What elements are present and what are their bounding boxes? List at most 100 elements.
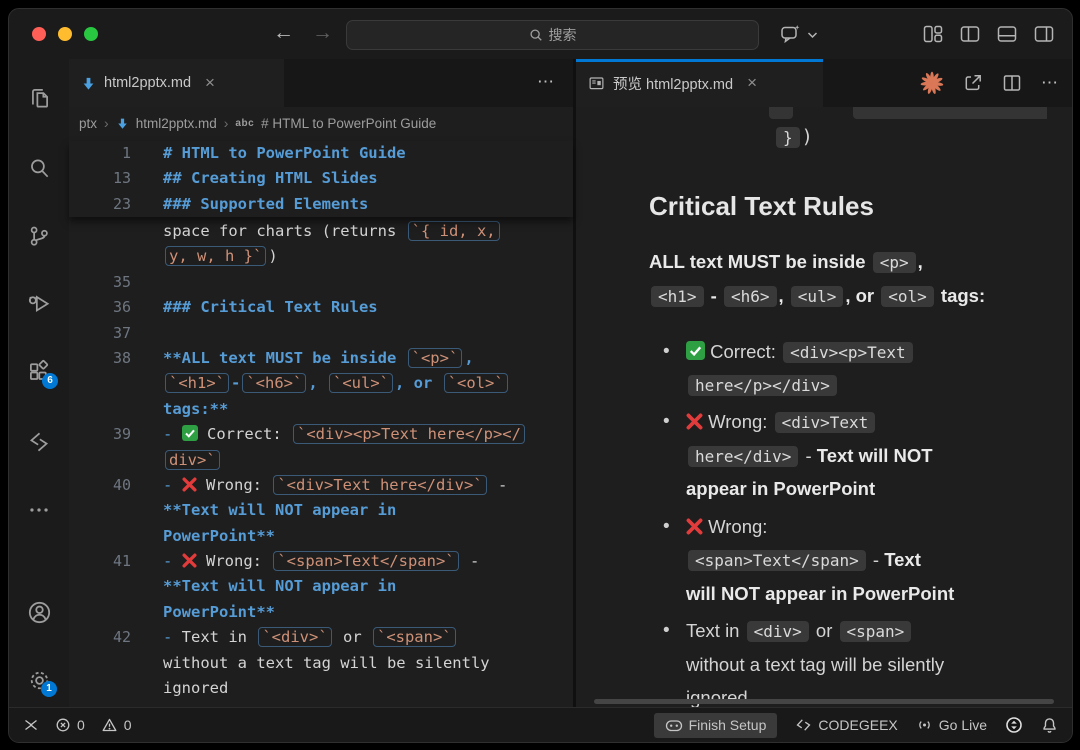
editor-line[interactable]: **Text will NOT appear in bbox=[69, 498, 573, 523]
command-center-search-input[interactable]: 搜索 bbox=[346, 20, 759, 50]
inline-code: `<span>Text</span>` bbox=[273, 551, 458, 571]
source-control-icon[interactable] bbox=[26, 223, 52, 249]
chevron-down-icon[interactable] bbox=[807, 31, 818, 39]
more-views-icon[interactable] bbox=[26, 497, 52, 523]
inline-code: <span> bbox=[840, 621, 912, 642]
text-run: **Text will NOT appear in bbox=[163, 501, 396, 519]
search-view-icon[interactable] bbox=[26, 155, 52, 181]
markdown-file-icon bbox=[81, 76, 96, 91]
preview-more-actions-icon[interactable]: ⋯ bbox=[1041, 73, 1059, 93]
chat-icon[interactable] bbox=[779, 22, 803, 46]
notifications-bell-icon[interactable] bbox=[1041, 717, 1058, 734]
errors-indicator[interactable]: 0 bbox=[55, 717, 85, 733]
editor-line[interactable]: div>` bbox=[69, 448, 573, 473]
text-run: appear in PowerPoint bbox=[686, 478, 875, 499]
text-run: , bbox=[464, 349, 473, 367]
account-icon[interactable] bbox=[26, 599, 52, 625]
explorer-icon[interactable] bbox=[26, 85, 52, 111]
text-run: - bbox=[800, 445, 816, 466]
bullet-row: without a text tag will be silently bbox=[686, 649, 1047, 683]
minimize-window-button[interactable] bbox=[58, 27, 72, 41]
text-run: space for charts (returns bbox=[163, 222, 406, 240]
preview-horizontal-scrollbar[interactable] bbox=[594, 699, 1054, 704]
export-share-icon[interactable] bbox=[963, 73, 983, 93]
finish-setup-button[interactable]: Finish Setup bbox=[654, 713, 778, 738]
text-run: - bbox=[163, 628, 182, 646]
extensions-icon[interactable]: 6 bbox=[26, 359, 52, 385]
editor-content[interactable]: space for charts (returns `{ id, x,y, w,… bbox=[69, 217, 573, 707]
line-text: - Wrong: `<span>Text</span>` - bbox=[163, 549, 479, 574]
inline-code: `<h1>` bbox=[165, 373, 229, 393]
go-live-button[interactable]: Go Live bbox=[916, 717, 987, 733]
inline-code: `<ol>` bbox=[444, 373, 508, 393]
codegeex-view-icon[interactable] bbox=[26, 429, 52, 455]
editor-line[interactable]: 41- Wrong: `<span>Text</span>` - bbox=[69, 549, 573, 574]
extensions-badge: 6 bbox=[42, 373, 58, 389]
editor-line[interactable]: without a text tag will be silently bbox=[69, 651, 573, 676]
editor-line[interactable]: **Text will NOT appear in bbox=[69, 574, 573, 599]
inline-code: `<div><p>Text here</p></ bbox=[293, 424, 525, 444]
sticky-line[interactable]: 1# HTML to PowerPoint Guide bbox=[69, 141, 573, 166]
tab-label: 预览 html2pptx.md bbox=[613, 73, 733, 94]
text-run: - bbox=[231, 374, 240, 392]
maximize-window-button[interactable] bbox=[84, 27, 98, 41]
claude-starburst-icon[interactable] bbox=[920, 71, 944, 95]
close-tab-icon[interactable]: × bbox=[747, 73, 757, 93]
line-number: 13 bbox=[69, 166, 131, 191]
text-run: Text bbox=[884, 549, 921, 570]
toggle-panel-icon[interactable] bbox=[996, 23, 1018, 45]
text-run: Correct: bbox=[198, 425, 291, 443]
toggle-secondary-sidebar-icon[interactable] bbox=[1033, 23, 1055, 45]
customize-layout-icon[interactable] bbox=[922, 23, 944, 45]
text-run: ALL text MUST be inside bbox=[649, 251, 871, 272]
editor-line[interactable]: 37 bbox=[69, 321, 573, 346]
editor-line[interactable]: 38**ALL text MUST be inside `<p>`, bbox=[69, 346, 573, 371]
line-number bbox=[69, 219, 131, 244]
inline-code: <div> bbox=[747, 621, 809, 642]
warnings-indicator[interactable]: 0 bbox=[101, 717, 132, 733]
symbol-string-icon: abc bbox=[235, 118, 254, 129]
text-run: tags: bbox=[936, 285, 985, 306]
text-run: Wrong: bbox=[197, 552, 272, 570]
extension-circle-icon[interactable] bbox=[1005, 716, 1023, 734]
codegeex-status-button[interactable]: CODEGEEX bbox=[795, 717, 897, 733]
editor-line[interactable]: PowerPoint** bbox=[69, 524, 573, 549]
breadcrumb-symbol[interactable]: # HTML to PowerPoint Guide bbox=[261, 116, 436, 131]
editor-line[interactable]: tags:** bbox=[69, 397, 573, 422]
editor-line[interactable]: 39- Correct: `<div><p>Text here</p></ bbox=[69, 422, 573, 447]
inline-code: `<p>` bbox=[408, 348, 463, 368]
breadcrumb-folder[interactable]: ptx bbox=[79, 116, 97, 131]
editor-line[interactable]: PowerPoint** bbox=[69, 600, 573, 625]
editor-line[interactable]: 42- Text in `<div>` or `<span>` bbox=[69, 625, 573, 650]
settings-gear-icon[interactable]: 1 bbox=[26, 667, 52, 693]
finish-setup-label: Finish Setup bbox=[689, 717, 767, 733]
codegeex-label: CODEGEEX bbox=[818, 717, 897, 733]
tab-preview-html2pptx-md[interactable]: 预览 html2pptx.md × bbox=[576, 59, 823, 107]
navigate-forward-icon[interactable]: → bbox=[312, 21, 333, 45]
editor-line[interactable]: 36### Critical Text Rules bbox=[69, 295, 573, 320]
editor-line[interactable]: space for charts (returns `{ id, x, bbox=[69, 219, 573, 244]
breadcrumb-file[interactable]: html2pptx.md bbox=[136, 116, 217, 131]
text-run: or bbox=[334, 628, 371, 646]
text-run: , or bbox=[845, 285, 879, 306]
tab-html2pptx-md[interactable]: html2pptx.md × bbox=[69, 59, 284, 107]
navigate-back-icon[interactable]: ← bbox=[273, 21, 294, 45]
sticky-line[interactable]: 13## Creating HTML Slides bbox=[69, 166, 573, 191]
run-debug-icon[interactable] bbox=[26, 291, 52, 317]
close-window-button[interactable] bbox=[32, 27, 46, 41]
editor-line[interactable]: 35 bbox=[69, 270, 573, 295]
editor-line[interactable]: y, w, h }`) bbox=[69, 244, 573, 269]
close-tab-icon[interactable]: × bbox=[205, 73, 215, 93]
split-editor-icon[interactable] bbox=[1002, 73, 1022, 93]
editor-line[interactable]: 40- Wrong: `<div>Text here</div>` - bbox=[69, 473, 573, 498]
sticky-scroll: 1# HTML to PowerPoint Guide13## Creating… bbox=[69, 141, 573, 217]
editor-line[interactable]: ignored bbox=[69, 676, 573, 701]
editor-actions-more-icon[interactable]: ⋯ bbox=[537, 72, 555, 92]
toggle-primary-sidebar-icon[interactable] bbox=[959, 23, 981, 45]
line-number: 35 bbox=[69, 270, 131, 295]
text-run: tags:** bbox=[163, 400, 228, 418]
sticky-line[interactable]: 23### Supported Elements bbox=[69, 192, 573, 217]
line-text: without a text tag will be silently bbox=[163, 651, 490, 676]
remote-indicator-icon[interactable] bbox=[23, 717, 39, 733]
editor-line[interactable]: `<h1>`-`<h6>`, `<ul>`, or `<ol>` bbox=[69, 371, 573, 396]
